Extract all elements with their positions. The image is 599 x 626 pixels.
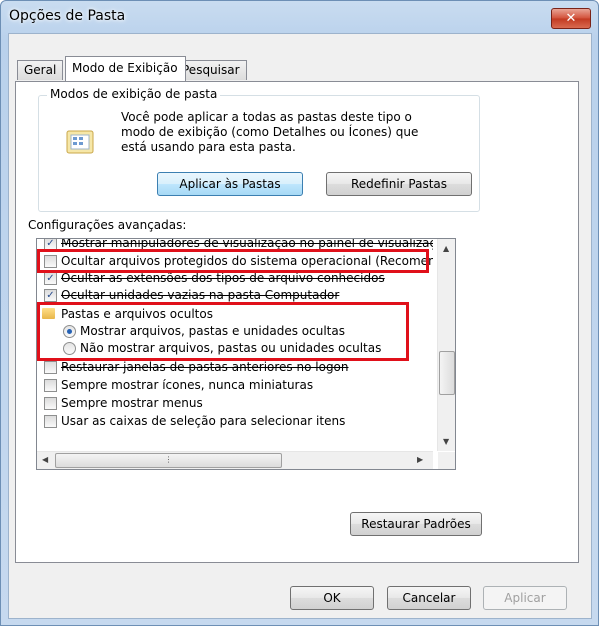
tab-geral[interactable]: Geral xyxy=(17,60,64,80)
advanced-settings-label: Configurações avançadas: xyxy=(28,218,187,232)
tab-modo-de-exibicao[interactable]: Modo de Exibição xyxy=(65,56,186,81)
scroll-left-icon[interactable]: ◀ xyxy=(42,455,48,464)
dialog-client-area: Geral Modo de Exibição Pesquisar Modos d… xyxy=(8,33,592,619)
checkbox[interactable] xyxy=(44,397,57,410)
horizontal-scroll-thumb[interactable]: ⋮ xyxy=(55,453,282,468)
advanced-settings-items: ✓ Mostrar manipuladores de visualização … xyxy=(37,239,433,451)
ok-button[interactable]: OK xyxy=(290,586,374,610)
cancel-button[interactable]: Cancelar xyxy=(387,586,471,610)
checkbox[interactable] xyxy=(44,379,57,392)
close-button[interactable]: ✕ xyxy=(551,8,591,29)
highlight-box-protected-files xyxy=(37,249,429,273)
checkbox[interactable] xyxy=(44,415,57,428)
window-title: Opções de Pasta xyxy=(9,8,126,24)
restore-defaults-button[interactable]: Restaurar Padrões xyxy=(350,512,482,536)
horizontal-scrollbar[interactable]: ◀ ⋮ ▶ xyxy=(37,451,433,469)
scroll-corner xyxy=(438,452,455,469)
list-item-label: Sempre mostrar ícones, nunca miniaturas xyxy=(61,378,314,392)
folder-views-description: Você pode aplicar a todas as pastas dest… xyxy=(121,110,419,154)
folder-view-icon xyxy=(66,130,94,154)
checkbox-checked[interactable]: ✓ xyxy=(44,289,57,302)
scroll-up-icon[interactable]: ▲ xyxy=(443,244,449,253)
checkbox[interactable] xyxy=(44,361,57,374)
list-item-label: Restaurar janelas de pastas anteriores n… xyxy=(61,360,349,374)
reset-folders-button[interactable]: Redefinir Pastas xyxy=(326,172,472,196)
apply-to-folders-button[interactable]: Aplicar às Pastas xyxy=(157,172,303,196)
vertical-scroll-thumb[interactable] xyxy=(439,351,455,395)
advanced-settings-list[interactable]: ✓ Mostrar manipuladores de visualização … xyxy=(36,238,456,470)
scroll-right-icon[interactable]: ▶ xyxy=(417,455,423,464)
folder-views-label: Modos de exibição de pasta xyxy=(47,87,221,101)
list-item-label: Usar as caixas de seleção para seleciona… xyxy=(61,414,346,428)
tab-panel-view: Modos de exibição de pasta Você pode apl… xyxy=(15,81,579,563)
scroll-down-icon[interactable]: ▼ xyxy=(443,437,449,446)
title-bar[interactable]: Opções de Pasta ✕ xyxy=(1,1,598,33)
highlight-box-hidden-files xyxy=(37,302,409,361)
list-item-label: Sempre mostrar menus xyxy=(61,396,203,410)
checkbox-checked[interactable]: ✓ xyxy=(44,272,57,285)
folder-options-window: Opções de Pasta ✕ Geral Modo de Exibição… xyxy=(0,0,599,626)
vertical-scrollbar[interactable]: ▲ ▼ xyxy=(437,239,455,451)
folder-views-group: Modos de exibição de pasta Você pode apl… xyxy=(38,87,480,212)
apply-button[interactable]: Aplicar xyxy=(483,586,567,610)
